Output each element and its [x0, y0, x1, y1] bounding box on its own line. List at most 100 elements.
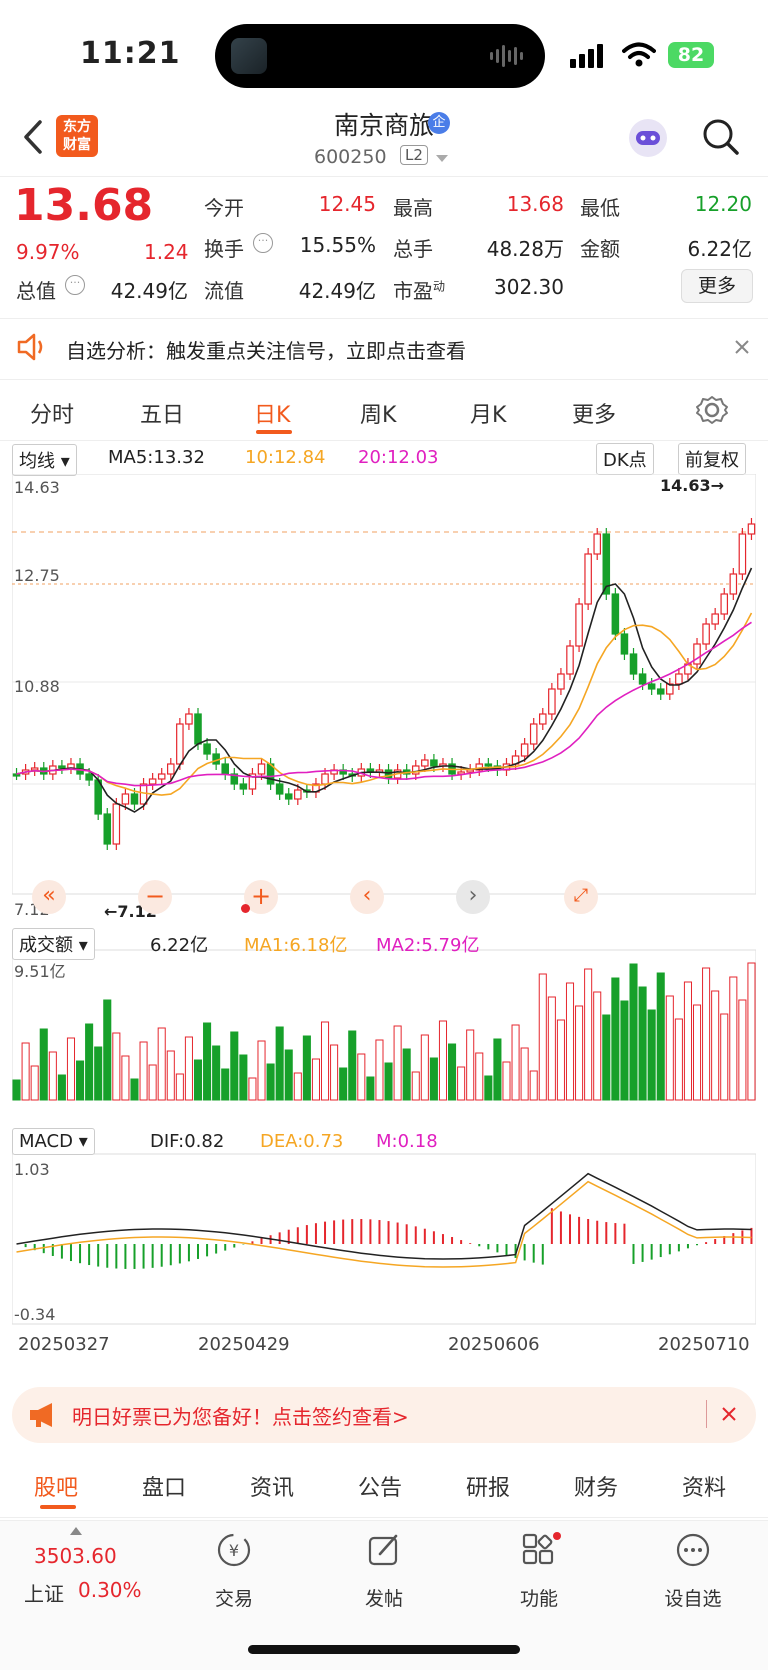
level2-badge[interactable]: L2: [400, 145, 428, 165]
volume-bar: [538, 973, 547, 1101]
macd-m: M:0.18: [376, 1131, 438, 1152]
volume-bar: [166, 1050, 175, 1101]
change-amount: 1.24: [144, 240, 189, 264]
tab-timeshare[interactable]: 分时: [30, 397, 74, 429]
volume-bar: [248, 1077, 257, 1101]
dif-line: [16, 1172, 752, 1260]
step-left-icon[interactable]: ‹: [350, 880, 384, 914]
tab-more[interactable]: 更多: [572, 397, 616, 429]
tab-research[interactable]: 研报: [466, 1470, 510, 1502]
scroll-left-fast-icon[interactable]: «: [32, 880, 66, 914]
low-label: 最低: [580, 196, 620, 220]
volume-bar: [565, 982, 575, 1101]
caret-down-icon[interactable]: [436, 155, 448, 163]
info-icon[interactable]: ···: [65, 275, 85, 295]
volume-bar: [157, 1027, 166, 1101]
macd-axis-bottom: -0.34: [14, 1305, 56, 1324]
tab-monthly-k[interactable]: 月K: [470, 397, 506, 429]
step-right-icon[interactable]: ›: [456, 880, 490, 914]
megaphone-icon: [30, 1403, 52, 1427]
volume-bar: [466, 1029, 475, 1101]
post-button[interactable]: 发帖: [350, 1528, 418, 1638]
add-watchlist-button[interactable]: 设自选: [655, 1528, 731, 1638]
volume-bar: [547, 996, 556, 1101]
volume-bar: [57, 1074, 66, 1101]
volume-bar: [638, 986, 647, 1101]
candle-body: [711, 613, 719, 625]
tab-daily-k[interactable]: 日K: [254, 397, 290, 429]
more-button[interactable]: 更多: [681, 269, 753, 303]
robot-assistant-icon[interactable]: [626, 116, 670, 160]
tab-five-day[interactable]: 五日: [140, 397, 184, 429]
settings-icon[interactable]: [696, 394, 728, 426]
ma-select[interactable]: 均线 ▾: [12, 444, 77, 476]
volume-bar: [620, 1000, 629, 1101]
tab-guba[interactable]: 股吧: [34, 1470, 78, 1502]
dk-point-button[interactable]: DK点: [596, 443, 654, 475]
tab-finance[interactable]: 财务: [574, 1470, 618, 1502]
volume-bar: [175, 1073, 184, 1101]
functions-button[interactable]: 功能: [505, 1528, 573, 1638]
tab-weekly-k[interactable]: 周K: [360, 397, 396, 429]
analysis-text[interactable]: 自选分析：触发重点关注信号，立即点击查看: [66, 335, 466, 364]
price-axis-mid1: 12.75: [14, 566, 60, 585]
max-price-marker: 14.63→: [660, 476, 725, 495]
close-icon[interactable]: [734, 339, 750, 355]
volume-bar: [683, 981, 692, 1101]
adjust-button[interactable]: 前复权: [678, 443, 746, 475]
pe-value: 302.30: [494, 275, 564, 299]
tab-pankou[interactable]: 盘口: [142, 1470, 186, 1502]
trade-button[interactable]: ¥ 交易: [200, 1528, 268, 1638]
candle-body: [257, 763, 266, 775]
high-value: 13.68: [506, 192, 564, 216]
volume-bar: [339, 1067, 348, 1101]
candle-body: [747, 523, 756, 535]
candle-body: [729, 573, 738, 595]
ma5-value: MA5:13.32: [108, 447, 205, 468]
volume-bar: [602, 1014, 611, 1101]
volume-bar: [30, 1065, 39, 1101]
index-pct[interactable]: 0.30%: [78, 1578, 142, 1602]
high-label: 最高: [393, 196, 433, 220]
date-label: 20250327: [18, 1334, 110, 1355]
candle-body: [430, 759, 438, 767]
volume-bar: [48, 1051, 57, 1101]
index-value[interactable]: 3503.60: [34, 1544, 117, 1568]
volume-bar: [320, 1021, 330, 1101]
volume-bar: [348, 1030, 357, 1101]
date-label: 20250429: [198, 1334, 290, 1355]
pe-label: 市盈动: [393, 279, 446, 303]
volume-bar: [520, 1047, 529, 1101]
candle-body: [548, 688, 556, 715]
low-value: 12.20: [694, 192, 752, 216]
macd-select[interactable]: MACD ▾: [12, 1128, 95, 1155]
date-label: 20250606: [448, 1334, 540, 1355]
ma20-line: [16, 621, 752, 787]
active-tab-indicator: [40, 1505, 76, 1509]
volume-bar: [502, 1061, 511, 1101]
tab-news[interactable]: 资讯: [250, 1470, 294, 1502]
search-icon[interactable]: [702, 118, 740, 156]
volume-bar: [720, 1013, 729, 1101]
tab-announcements[interactable]: 公告: [358, 1470, 402, 1502]
promo-text[interactable]: 明日好票已为您备好！点击签约查看>: [72, 1401, 409, 1430]
ma10-line: [16, 612, 753, 796]
info-icon[interactable]: ···: [253, 233, 273, 253]
candle-body: [702, 623, 710, 645]
volume-bar: [665, 995, 674, 1101]
open-label: 今开: [204, 196, 244, 220]
volume-bar: [212, 1045, 221, 1101]
volume-select[interactable]: 成交额 ▾: [12, 928, 95, 960]
candle-body: [656, 688, 665, 695]
fullscreen-icon[interactable]: ⤢: [564, 880, 598, 914]
zoom-out-icon[interactable]: −: [138, 880, 172, 914]
amount-label: 金额: [580, 237, 620, 261]
volume-bar: [747, 962, 756, 1101]
tab-profile[interactable]: 资料: [682, 1470, 726, 1502]
volume-bar: [702, 967, 711, 1101]
turnover-value: 15.55%: [299, 233, 376, 257]
close-icon[interactable]: [721, 1406, 737, 1422]
index-name[interactable]: 上证: [24, 1578, 64, 1607]
candle-body: [148, 778, 157, 785]
candle-body: [529, 723, 538, 745]
